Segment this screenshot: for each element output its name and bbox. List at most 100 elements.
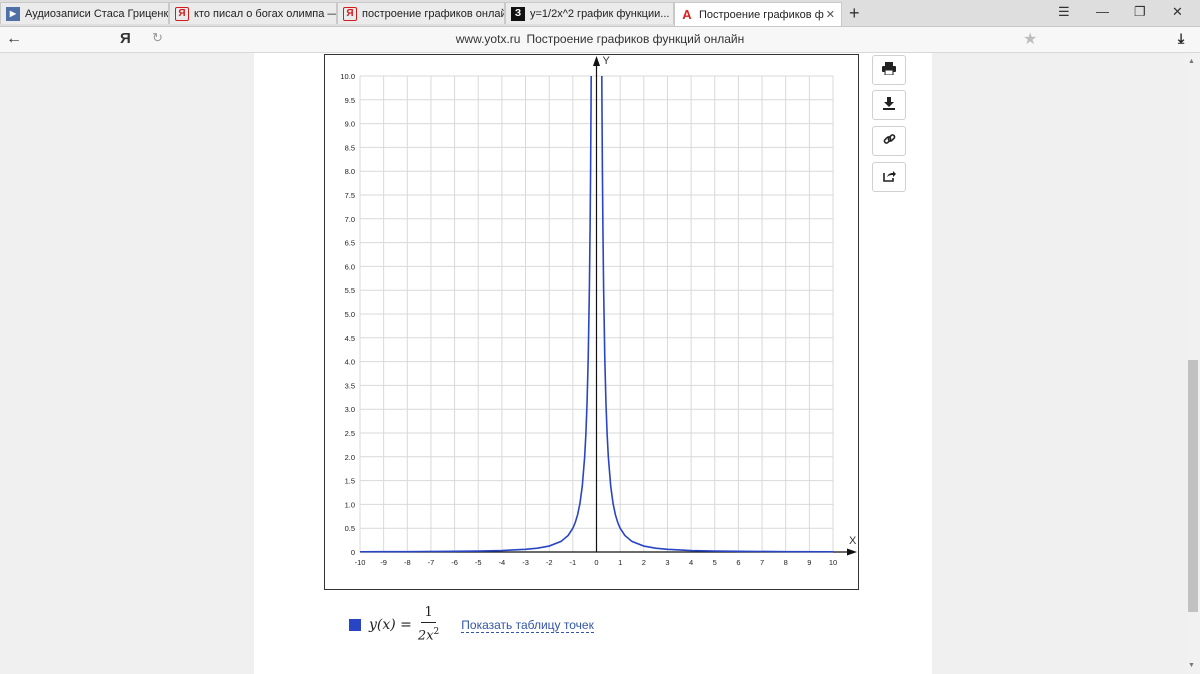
share-button[interactable] [872,162,906,192]
play-icon: ▶ [6,6,20,21]
x-tick-label: -4 [499,558,506,567]
download-button[interactable] [872,90,906,120]
y-tick-label: 8.5 [345,143,355,152]
minimize-icon[interactable]: — [1096,4,1109,19]
formula-lhs: y(x) = [369,617,412,633]
y-tick-label: 1.0 [345,500,355,509]
print-icon [882,62,896,78]
restore-icon[interactable]: ❐ [1134,4,1146,20]
x-tick-label: -5 [475,558,482,567]
yandex-icon: Я [175,6,189,21]
tab-title: Построение графиков ф [699,8,824,21]
address-bar: ← Я ↻ www.yotx.ru Построение графиков фун… [0,27,1200,53]
link-icon [883,133,896,149]
legend: y(x) = 1 2x2 Показать таблицу точек [349,605,594,645]
print-button[interactable] [872,55,906,85]
x-tick-label: 4 [689,558,693,567]
show-points-table-link[interactable]: Показать таблицу точек [461,618,594,633]
x-tick-label: -10 [355,558,366,567]
downloads-icon[interactable]: ⤓ [1178,30,1184,47]
x-tick-label: 1 [618,558,622,567]
tab-strip: ▶ Аудиозаписи Стаса Гриценк Я кто писал … [0,0,1200,27]
formula-numerator: 1 [421,604,436,624]
x-tick-label: -6 [451,558,458,567]
yandex-logo[interactable]: Я [120,30,131,47]
y-tick-label: 9.5 [345,96,355,105]
yandex-icon: Я [343,6,357,21]
y-axis-label: Y [603,55,611,67]
tab-title: y=1/2x^2 график функции... [530,7,670,20]
x-tick-label: -9 [380,558,387,567]
yotx-icon: A [682,7,692,22]
formula-fraction: 1 2x2 [418,604,439,645]
formula-denominator: 2x [417,628,434,644]
function-graph: XY -10 -9 -8 -7 -6 -5 -4 -3 -2 -1 0 1 2 3 4 5 6 7 8 9 1000.5… [340,55,857,567]
x-tick-label: 5 [713,558,717,567]
x-tick-label: 0 [594,558,598,567]
formula-exponent: 2 [433,627,440,638]
scroll-down-icon[interactable]: ▼ [1188,662,1195,669]
tab-title: кто писал о богах олимпа — [194,7,336,20]
znanija-icon: З [511,6,525,21]
x-tick-label: 10 [829,558,837,567]
y-tick-label: 5.5 [345,286,355,295]
chart-container: XY -10 -9 -8 -7 -6 -5 -4 -3 -2 -1 0 1 2 3 4 5 6 7 8 9 10 0 0.5… [324,54,859,590]
x-axis-arrow [847,548,857,556]
close-tab-icon[interactable]: ✕ [826,8,835,21]
x-tick-label: 2 [642,558,646,567]
x-tick-label: 6 [736,558,740,567]
url-field[interactable]: www.yotx.ru Построение графиков функций о… [0,32,1200,46]
url-page-title: Построение графиков функций онлайн [526,32,745,46]
y-tick-label: 10.0 [340,72,355,81]
y-tick-label: 3.5 [345,381,355,390]
x-tick-label: -7 [428,558,435,567]
tab-title: построение графиков онлай [362,7,504,20]
y-tick-label: 3.0 [345,405,355,414]
new-tab-button[interactable]: + [849,3,860,24]
y-tick-label: 7.0 [345,215,355,224]
y-tick-label: 9.0 [345,120,355,129]
close-window-icon[interactable]: ✕ [1172,4,1183,20]
tab-graphs-search[interactable]: Я построение графиков онлай [337,2,505,24]
x-axis-label: X [849,535,857,547]
scrollbar-thumb[interactable] [1188,360,1198,612]
tab-yotx[interactable]: A Построение графиков ф ✕ [674,2,842,26]
series-swatch [349,619,361,631]
menu-icon[interactable]: ☰ [1058,4,1070,20]
x-tick-label: -2 [546,558,553,567]
y-axis-arrow [593,56,600,66]
y-tick-label: 4.5 [345,334,355,343]
share-icon [882,170,896,185]
x-tick-label: 3 [665,558,669,567]
y-tick-label: 4.0 [345,358,355,367]
x-tick-label: 9 [807,558,811,567]
tab-olymp[interactable]: Я кто писал о богах олимпа — [169,2,337,24]
scroll-up-icon[interactable]: ▲ [1188,58,1195,65]
reload-icon[interactable]: ↻ [152,30,163,46]
x-tick-label: -1 [570,558,577,567]
tab-znanija[interactable]: З y=1/2x^2 график функции... [505,2,674,24]
back-arrow-icon[interactable]: ← [6,30,22,48]
formula-denominator-wrap: 2x2 [418,623,439,645]
x-tick-label: -8 [404,558,411,567]
download-icon [883,97,895,113]
y-tick-label: 6.5 [345,239,355,248]
y-tick-label: 0 [351,548,355,557]
y-tick-label: 5.0 [345,310,355,319]
y-tick-label: 6.0 [345,262,355,271]
y-tick-label: 2.5 [345,429,355,438]
y-tick-label: 7.5 [345,191,355,200]
tab-title: Аудиозаписи Стаса Гриценк [25,7,168,20]
x-tick-label: 7 [760,558,764,567]
function-formula: y(x) = 1 2x2 [369,604,439,645]
link-button[interactable] [872,126,906,156]
url-domain: www.yotx.ru [455,32,521,46]
y-tick-label: 2.0 [345,453,355,462]
x-tick-label: 8 [784,558,788,567]
x-tick-label: -3 [522,558,529,567]
y-tick-label: 8.0 [345,167,355,176]
tab-audio[interactable]: ▶ Аудиозаписи Стаса Гриценк [0,2,169,24]
y-tick-label: 0.5 [345,524,355,533]
bookmark-star-icon[interactable]: ★ [1023,29,1037,49]
y-tick-label: 1.5 [345,477,355,486]
